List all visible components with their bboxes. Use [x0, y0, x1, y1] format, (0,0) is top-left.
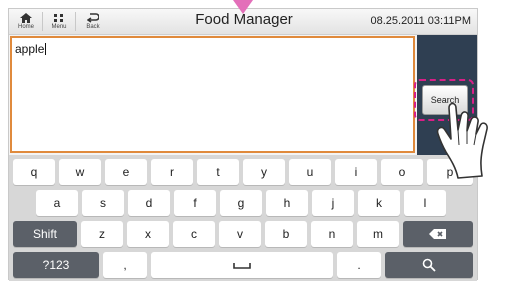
menu-grid-icon: [54, 14, 63, 22]
key-j[interactable]: j: [312, 190, 354, 216]
key-a[interactable]: a: [36, 190, 78, 216]
datetime-display: 08.25.2011 03:11PM: [370, 15, 471, 27]
key-v[interactable]: v: [219, 221, 261, 247]
key-z[interactable]: z: [81, 221, 123, 247]
key-e[interactable]: e: [105, 159, 147, 185]
back-arrow-icon: [87, 13, 99, 23]
home-button[interactable]: Home: [11, 9, 41, 34]
text-caret: [45, 43, 47, 55]
divider: [75, 12, 76, 31]
key-w[interactable]: w: [59, 159, 101, 185]
key-y[interactable]: y: [243, 159, 285, 185]
divider: [42, 12, 43, 31]
key-r[interactable]: r: [151, 159, 193, 185]
key-d[interactable]: d: [128, 190, 170, 216]
key-l[interactable]: l: [404, 190, 446, 216]
key-q[interactable]: q: [13, 159, 55, 185]
comma-key[interactable]: ,: [103, 252, 147, 278]
home-label: Home: [17, 24, 34, 30]
key-h[interactable]: h: [266, 190, 308, 216]
pointer-marker: [233, 0, 253, 14]
space-key[interactable]: [151, 252, 333, 278]
key-m[interactable]: m: [357, 221, 399, 247]
key-o[interactable]: o: [381, 159, 423, 185]
back-button[interactable]: Back: [78, 9, 108, 34]
tapping-hand-icon: [436, 102, 488, 179]
numbers-key[interactable]: ?123: [13, 252, 99, 278]
key-t[interactable]: t: [197, 159, 239, 185]
key-i[interactable]: i: [335, 159, 377, 185]
key-x[interactable]: x: [127, 221, 169, 247]
key-u[interactable]: u: [289, 159, 331, 185]
search-input-value: apple: [15, 42, 47, 56]
key-c[interactable]: c: [173, 221, 215, 247]
onscreen-keyboard: q w e r t y u i o p a s d f g h j k l Sh…: [9, 155, 477, 281]
home-icon: [20, 13, 32, 23]
period-key[interactable]: .: [337, 252, 381, 278]
space-icon: [233, 263, 251, 269]
device-screen: Home Menu Back Food Manager 08.25.2011 0…: [8, 8, 478, 281]
key-n[interactable]: n: [311, 221, 353, 247]
key-k[interactable]: k: [358, 190, 400, 216]
search-input[interactable]: apple: [10, 36, 415, 153]
key-f[interactable]: f: [174, 190, 216, 216]
search-key[interactable]: [385, 252, 473, 278]
shift-key[interactable]: Shift: [13, 221, 77, 247]
search-icon: [422, 258, 436, 272]
backspace-key[interactable]: [403, 221, 473, 247]
backspace-icon: [429, 229, 446, 239]
menu-label: Menu: [51, 24, 67, 30]
key-b[interactable]: b: [265, 221, 307, 247]
key-g[interactable]: g: [220, 190, 262, 216]
key-s[interactable]: s: [82, 190, 124, 216]
menu-button[interactable]: Menu: [44, 9, 74, 34]
back-label: Back: [86, 24, 100, 30]
